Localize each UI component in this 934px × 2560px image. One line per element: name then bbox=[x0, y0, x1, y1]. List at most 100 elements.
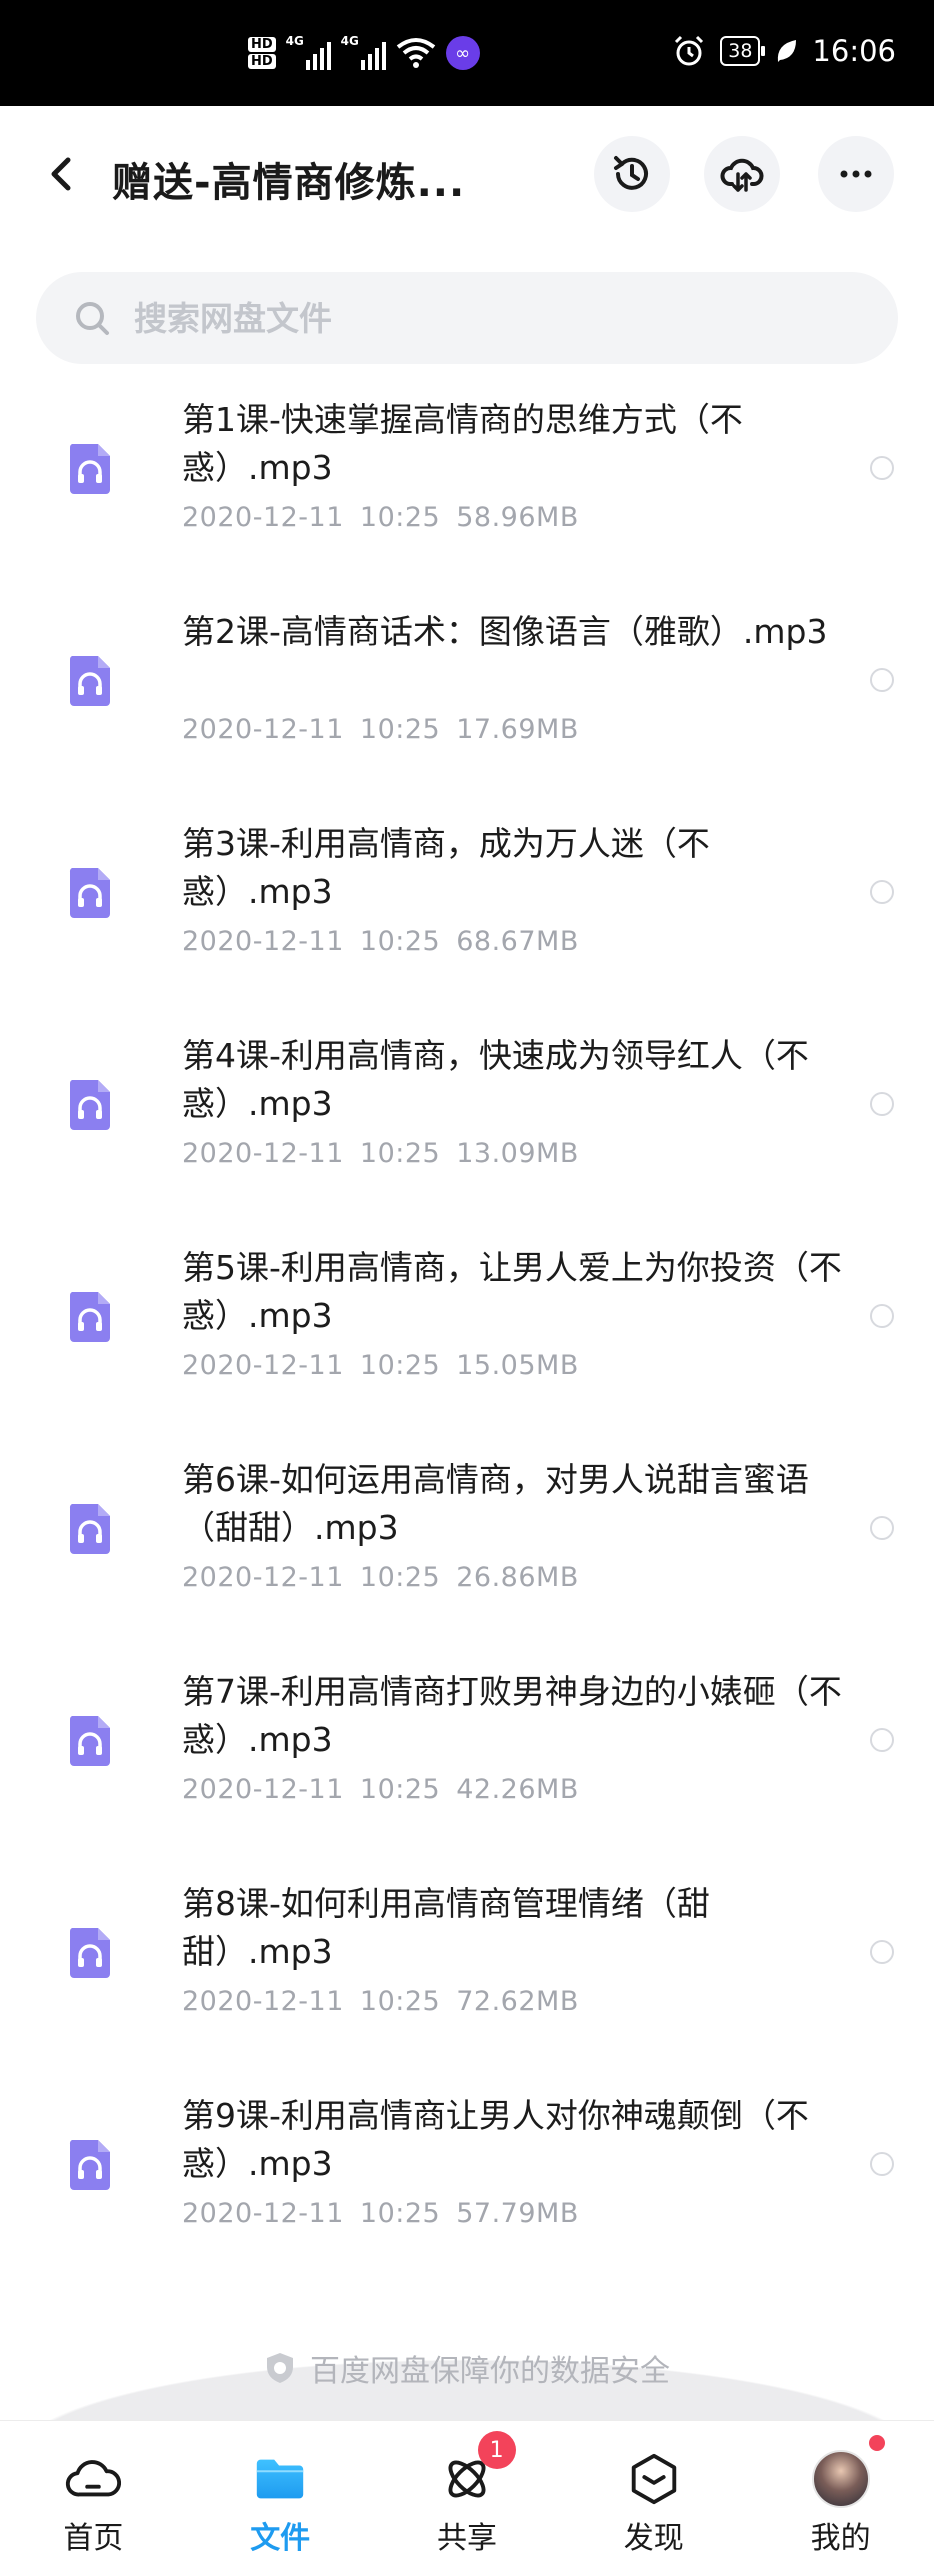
search-icon bbox=[76, 302, 109, 335]
cloud-transfer-icon bbox=[720, 158, 764, 192]
file-date: 2020-12-11 bbox=[182, 1562, 344, 1593]
file-time: 10:25 bbox=[359, 1138, 441, 1169]
select-radio[interactable] bbox=[870, 1304, 894, 1328]
file-time: 10:25 bbox=[359, 1986, 441, 2017]
file-row[interactable]: 第1课-快速掌握高情商的思维方式（不惑）.mp3 2020-12-11 10:25 5… bbox=[0, 380, 934, 592]
tab-files[interactable]: 文件 bbox=[187, 2421, 374, 2560]
avatar bbox=[811, 2449, 871, 2509]
battery-indicator: 38 bbox=[720, 36, 766, 66]
select-radio[interactable] bbox=[870, 1092, 894, 1116]
file-time: 10:25 bbox=[359, 502, 441, 533]
clock: 16:06 bbox=[812, 34, 896, 68]
tab-share[interactable]: 1 共享 bbox=[374, 2421, 561, 2560]
file-name: 第8课-如何利用高情商管理情绪（甜甜）.mp3 bbox=[182, 1884, 710, 1971]
file-row[interactable]: 第2课-高情商话术：图像语言（雅歌）.mp3 2020-12-11 10:25 17.… bbox=[0, 592, 934, 804]
infinity-icon: ∞ bbox=[445, 36, 480, 70]
tab-discover[interactable]: 发现 bbox=[560, 2421, 747, 2560]
hd2-label: HD bbox=[248, 54, 276, 69]
file-size: 72.62MB bbox=[456, 1986, 579, 2017]
file-meta: 2020-12-11 10:25 26.86MB bbox=[182, 1562, 579, 1593]
safety-notice: 百度网盘保障你的数据安全 bbox=[0, 2346, 934, 2390]
more-button[interactable] bbox=[818, 136, 894, 212]
status-left: HD HD 4G 4G ∞ bbox=[248, 34, 480, 70]
file-row[interactable]: 第3课-利用高情商，成为万人迷（不惑）.mp3 2020-12-11 10:25 68… bbox=[0, 804, 934, 1016]
tab-files-label: 文件 bbox=[250, 2521, 311, 2556]
file-meta: 2020-12-11 10:25 15.05MB bbox=[182, 1350, 579, 1381]
tab-home[interactable]: 首页 bbox=[0, 2421, 187, 2560]
file-row[interactable]: 第6课-如何运用高情商，对男人说甜言蜜语（甜甜）.mp3 2020-12-11 10… bbox=[0, 1440, 934, 1652]
select-radio[interactable] bbox=[870, 668, 894, 692]
file-date: 2020-12-11 bbox=[182, 1350, 344, 1381]
safety-text: 百度网盘保障你的数据安全 bbox=[310, 2354, 670, 2389]
hd1-label: HD bbox=[248, 37, 276, 52]
file-meta: 2020-12-11 10:25 58.96MB bbox=[182, 502, 579, 533]
tab-share-label: 共享 bbox=[436, 2521, 497, 2556]
header: 赠送-高情商修炼... bbox=[0, 106, 934, 246]
file-time: 10:25 bbox=[359, 714, 441, 745]
select-radio[interactable] bbox=[870, 456, 894, 480]
hd-indicator: HD HD bbox=[248, 36, 276, 70]
more-dots-icon bbox=[840, 170, 872, 178]
share-badge: 1 bbox=[477, 2431, 516, 2469]
audio-file-icon bbox=[69, 2140, 110, 2190]
file-size: 57.79MB bbox=[456, 2198, 579, 2229]
tab-me[interactable]: 我的 bbox=[747, 2421, 934, 2560]
file-date: 2020-12-11 bbox=[182, 502, 344, 533]
file-size: 26.86MB bbox=[456, 1562, 579, 1593]
file-time: 10:25 bbox=[359, 926, 441, 957]
file-size: 15.05MB bbox=[456, 1350, 579, 1381]
file-name: 第4课-利用高情商，快速成为领导红人（不惑）.mp3 bbox=[182, 1036, 809, 1123]
file-row[interactable]: 第7课-利用高情商打败男神身边的小婊砸（不惑）.mp3 2020-12-11 10:… bbox=[0, 1652, 934, 1864]
history-button[interactable] bbox=[594, 136, 670, 212]
file-meta: 2020-12-11 10:25 13.09MB bbox=[182, 1138, 579, 1169]
net2-label: 4G bbox=[340, 34, 359, 48]
audio-file-icon bbox=[69, 656, 110, 706]
signal-icon: 4G bbox=[340, 34, 386, 70]
file-list: 第1课-快速掌握高情商的思维方式（不惑）.mp3 2020-12-11 10:25 5… bbox=[0, 380, 934, 2288]
file-size: 68.67MB bbox=[456, 926, 579, 957]
signal-icon: 4G bbox=[286, 34, 331, 70]
cloud-transfer-button[interactable] bbox=[704, 136, 780, 212]
file-date: 2020-12-11 bbox=[182, 1986, 344, 2017]
file-name: 第5课-利用高情商，让男人爱上为你投资（不惑）.mp3 bbox=[182, 1248, 842, 1335]
file-date: 2020-12-11 bbox=[182, 714, 344, 745]
audio-file-icon bbox=[69, 1716, 110, 1766]
file-row[interactable]: 第5课-利用高情商，让男人爱上为你投资（不惑）.mp3 2020-12-11 10:… bbox=[0, 1228, 934, 1440]
file-name: 第6课-如何运用高情商，对男人说甜言蜜语（甜甜）.mp3 bbox=[182, 1460, 809, 1547]
tab-home-label: 首页 bbox=[63, 2521, 124, 2556]
search-input[interactable] bbox=[134, 298, 834, 338]
folder-icon bbox=[250, 2449, 310, 2509]
audio-file-icon bbox=[69, 1292, 110, 1342]
file-row[interactable]: 第4课-利用高情商，快速成为领导红人（不惑）.mp3 2020-12-11 10:2… bbox=[0, 1016, 934, 1228]
bottom-nav: 首页 文件 1 共享 发现 我的 bbox=[0, 2420, 934, 2560]
select-radio[interactable] bbox=[870, 1728, 894, 1752]
back-arrow-icon[interactable] bbox=[40, 152, 84, 196]
file-size: 42.26MB bbox=[456, 1774, 579, 1805]
discover-icon bbox=[624, 2449, 684, 2509]
status-right: 38 16:06 bbox=[672, 34, 896, 68]
file-name: 第1课-快速掌握高情商的思维方式（不惑）.mp3 bbox=[182, 400, 743, 487]
shield-icon bbox=[267, 2353, 293, 2383]
history-icon bbox=[614, 156, 648, 190]
alarm-icon bbox=[675, 35, 704, 66]
file-row[interactable]: 第9课-利用高情商让男人对你神魂颠倒（不惑）.mp3 2020-12-11 10:2… bbox=[0, 2076, 934, 2288]
select-radio[interactable] bbox=[870, 880, 894, 904]
file-row[interactable]: 第8课-如何利用高情商管理情绪（甜甜）.mp3 2020-12-11 10:25 72… bbox=[0, 1864, 934, 2076]
file-size: 17.69MB bbox=[456, 714, 579, 745]
select-radio[interactable] bbox=[870, 2152, 894, 2176]
file-name: 第3课-利用高情商，成为万人迷（不惑）.mp3 bbox=[182, 824, 710, 911]
file-meta: 2020-12-11 10:25 57.79MB bbox=[182, 2198, 579, 2229]
audio-file-icon bbox=[69, 1080, 110, 1130]
audio-file-icon bbox=[69, 444, 110, 494]
file-meta: 2020-12-11 10:25 17.69MB bbox=[182, 714, 579, 745]
file-meta: 2020-12-11 10:25 42.26MB bbox=[182, 1774, 579, 1805]
file-time: 10:25 bbox=[359, 1350, 441, 1381]
file-size: 58.96MB bbox=[456, 502, 579, 533]
select-radio[interactable] bbox=[870, 1940, 894, 1964]
select-radio[interactable] bbox=[870, 1516, 894, 1540]
file-time: 10:25 bbox=[359, 1562, 441, 1593]
file-name: 第7课-利用高情商打败男神身边的小婊砸（不惑）.mp3 bbox=[182, 1672, 842, 1759]
file-time: 10:25 bbox=[359, 2198, 441, 2229]
search-bar[interactable] bbox=[36, 272, 898, 364]
file-size: 13.09MB bbox=[456, 1138, 579, 1169]
